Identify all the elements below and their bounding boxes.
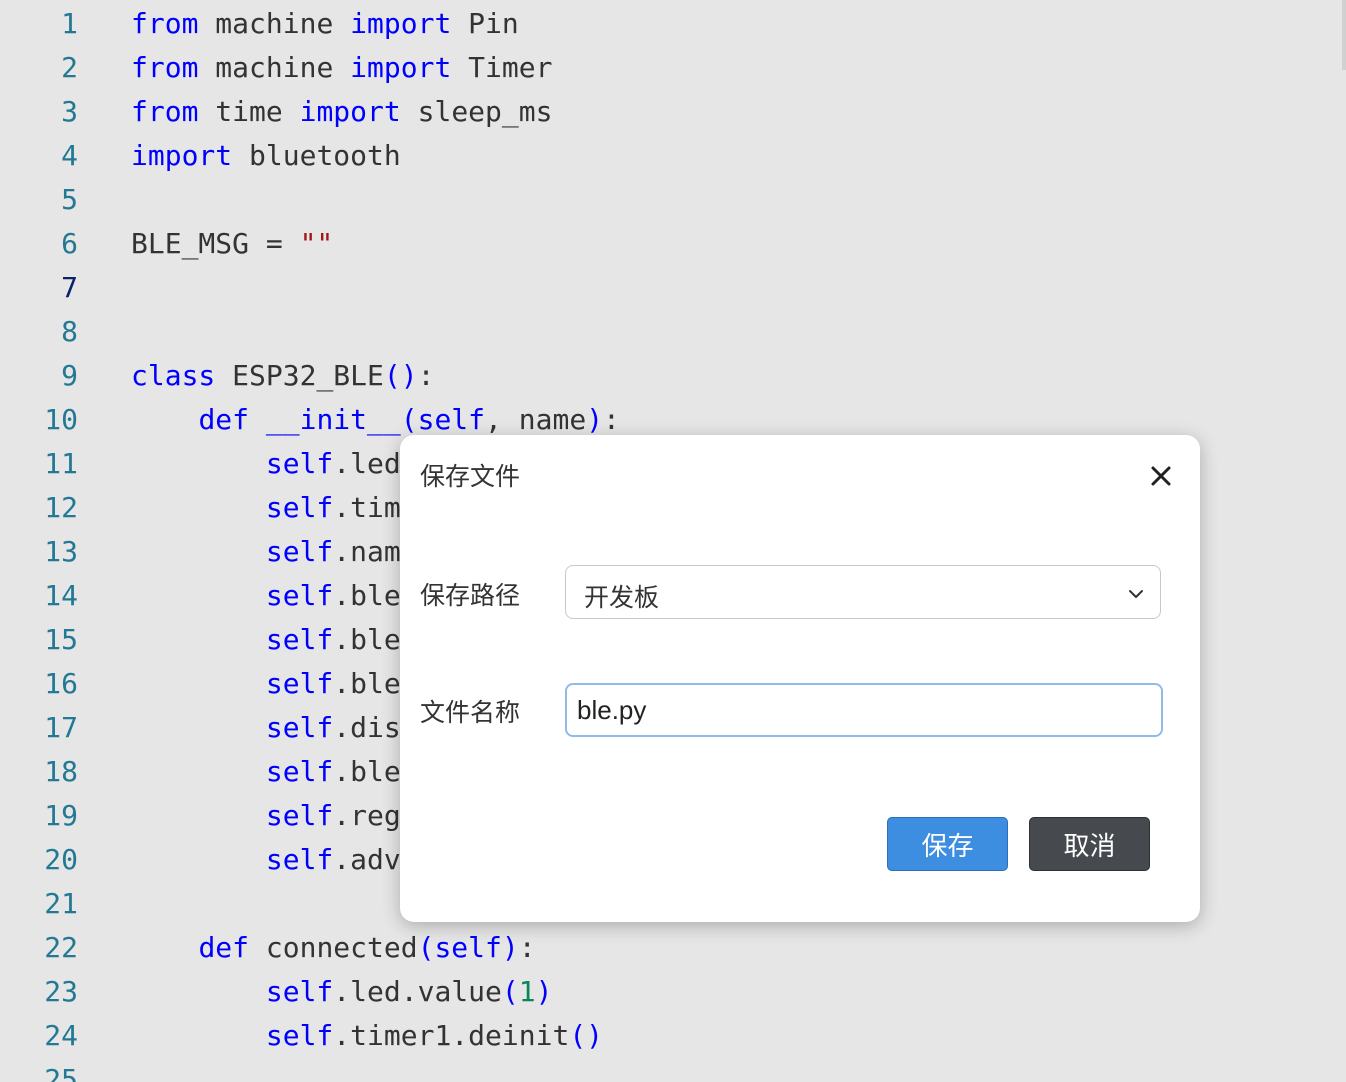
- path-select-value: 开发板: [584, 583, 660, 612]
- cancel-button[interactable]: 取消: [1029, 817, 1150, 871]
- path-label: 保存路径: [420, 581, 521, 610]
- dialog-title: 保存文件: [420, 462, 521, 491]
- save-file-dialog: 保存文件 保存路径 开发板 文件名称 保存 取消: [400, 435, 1200, 922]
- path-select[interactable]: 开发板: [565, 565, 1161, 619]
- save-button[interactable]: 保存: [887, 817, 1008, 871]
- chevron-down-icon: [1129, 590, 1143, 598]
- close-button[interactable]: [1148, 463, 1174, 489]
- close-icon: [1151, 466, 1171, 486]
- filename-input[interactable]: [565, 683, 1163, 737]
- modal-overlay: 保存文件 保存路径 开发板 文件名称 保存 取消: [0, 0, 1346, 1082]
- filename-label: 文件名称: [420, 698, 521, 727]
